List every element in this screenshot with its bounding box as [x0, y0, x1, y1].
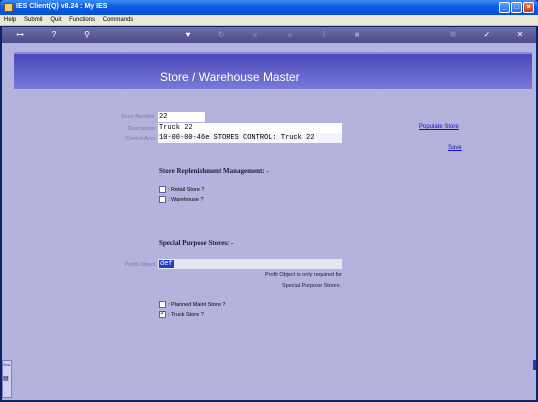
app-icon — [4, 3, 13, 12]
profit-object-field[interactable]: def — [158, 259, 342, 269]
stop-icon[interactable]: ■ — [352, 30, 362, 40]
replenishment-heading: Store Replenishment Management: - — [159, 167, 269, 175]
profit-note-line2: Special Purpose Stores. — [281, 283, 341, 289]
profit-object-value: def — [159, 260, 174, 268]
side-panel[interactable]: Sea ▤ — [2, 360, 12, 398]
retail-store-checkbox[interactable] — [159, 186, 166, 193]
page-header: Store / Warehouse Master — [14, 52, 532, 89]
save-link[interactable]: Save — [448, 145, 462, 151]
menu-bar: Help Submit Quit Functions Commands — [0, 15, 538, 26]
rewind-icon[interactable]: « — [250, 30, 260, 40]
side-panel-label: Sea — [3, 362, 11, 367]
minimize-button[interactable]: _ — [499, 2, 510, 13]
menu-quit[interactable]: Quit — [48, 15, 63, 26]
refresh-icon[interactable]: ↻ — [216, 30, 226, 40]
settings-icon[interactable]: ✲ — [448, 30, 458, 40]
maximize-button[interactable]: □ — [511, 2, 522, 13]
special-purpose-heading: Special Purpose Stores: - — [159, 239, 234, 247]
menu-help[interactable]: Help — [2, 15, 18, 26]
planned-maint-label: : Planned Maint Store ? — [168, 302, 226, 308]
forward-icon[interactable]: » — [285, 30, 295, 40]
control-acct-label: Control Acct — [125, 136, 155, 142]
close-button[interactable]: × — [523, 2, 534, 13]
key-icon[interactable]: ⊶ — [10, 30, 30, 40]
retail-store-label: : Retail Store ? — [168, 187, 205, 193]
profit-note-line1: Profit Object is only required for — [264, 272, 342, 278]
warehouse-checkbox[interactable] — [159, 196, 166, 203]
search-icon[interactable]: ⚲ — [82, 30, 92, 40]
window-title: IES Client(Q) v8.24 : My IES — [16, 3, 108, 10]
check-icon[interactable]: ✓ — [482, 30, 492, 40]
heart-icon[interactable]: ♥ — [183, 30, 193, 40]
main-content: Store / Warehouse Master Store Number 22… — [2, 43, 536, 400]
scroll-indicator — [533, 360, 536, 370]
truck-store-checkbox[interactable]: ✓ — [159, 311, 166, 318]
control-acct-field[interactable]: 10-00-00-46e STORES CONTROL: Truck 22 — [158, 133, 342, 143]
menu-submit[interactable]: Submit — [22, 15, 45, 26]
side-panel-icon: ▤ — [3, 376, 9, 382]
menu-functions[interactable]: Functions — [67, 15, 97, 26]
profit-object-label: Profit Object — [124, 262, 155, 268]
planned-maint-checkbox[interactable] — [159, 301, 166, 308]
title-bar: IES Client(Q) v8.24 : My IES _ □ × — [0, 0, 538, 15]
menu-commands[interactable]: Commands — [101, 15, 136, 26]
page-title: Store / Warehouse Master — [160, 70, 300, 84]
store-number-label: Store Number — [120, 114, 155, 120]
populate-store-link[interactable]: Populate Store — [419, 124, 459, 130]
warehouse-label: : Warehouse ? — [168, 197, 204, 203]
text-cursor-icon[interactable]: I — [319, 30, 329, 40]
description-field[interactable]: Truck 22 — [158, 123, 342, 133]
toolbar: ⊶ ? ⚲ ♥ ↻ « » I ■ ✲ ✓ ✕ — [2, 27, 536, 43]
store-number-field[interactable]: 22 — [158, 112, 205, 122]
help-icon[interactable]: ? — [49, 30, 59, 40]
close-icon[interactable]: ✕ — [515, 30, 525, 40]
truck-store-label: : Truck Store ? — [168, 312, 204, 318]
description-label: Description — [127, 126, 155, 132]
